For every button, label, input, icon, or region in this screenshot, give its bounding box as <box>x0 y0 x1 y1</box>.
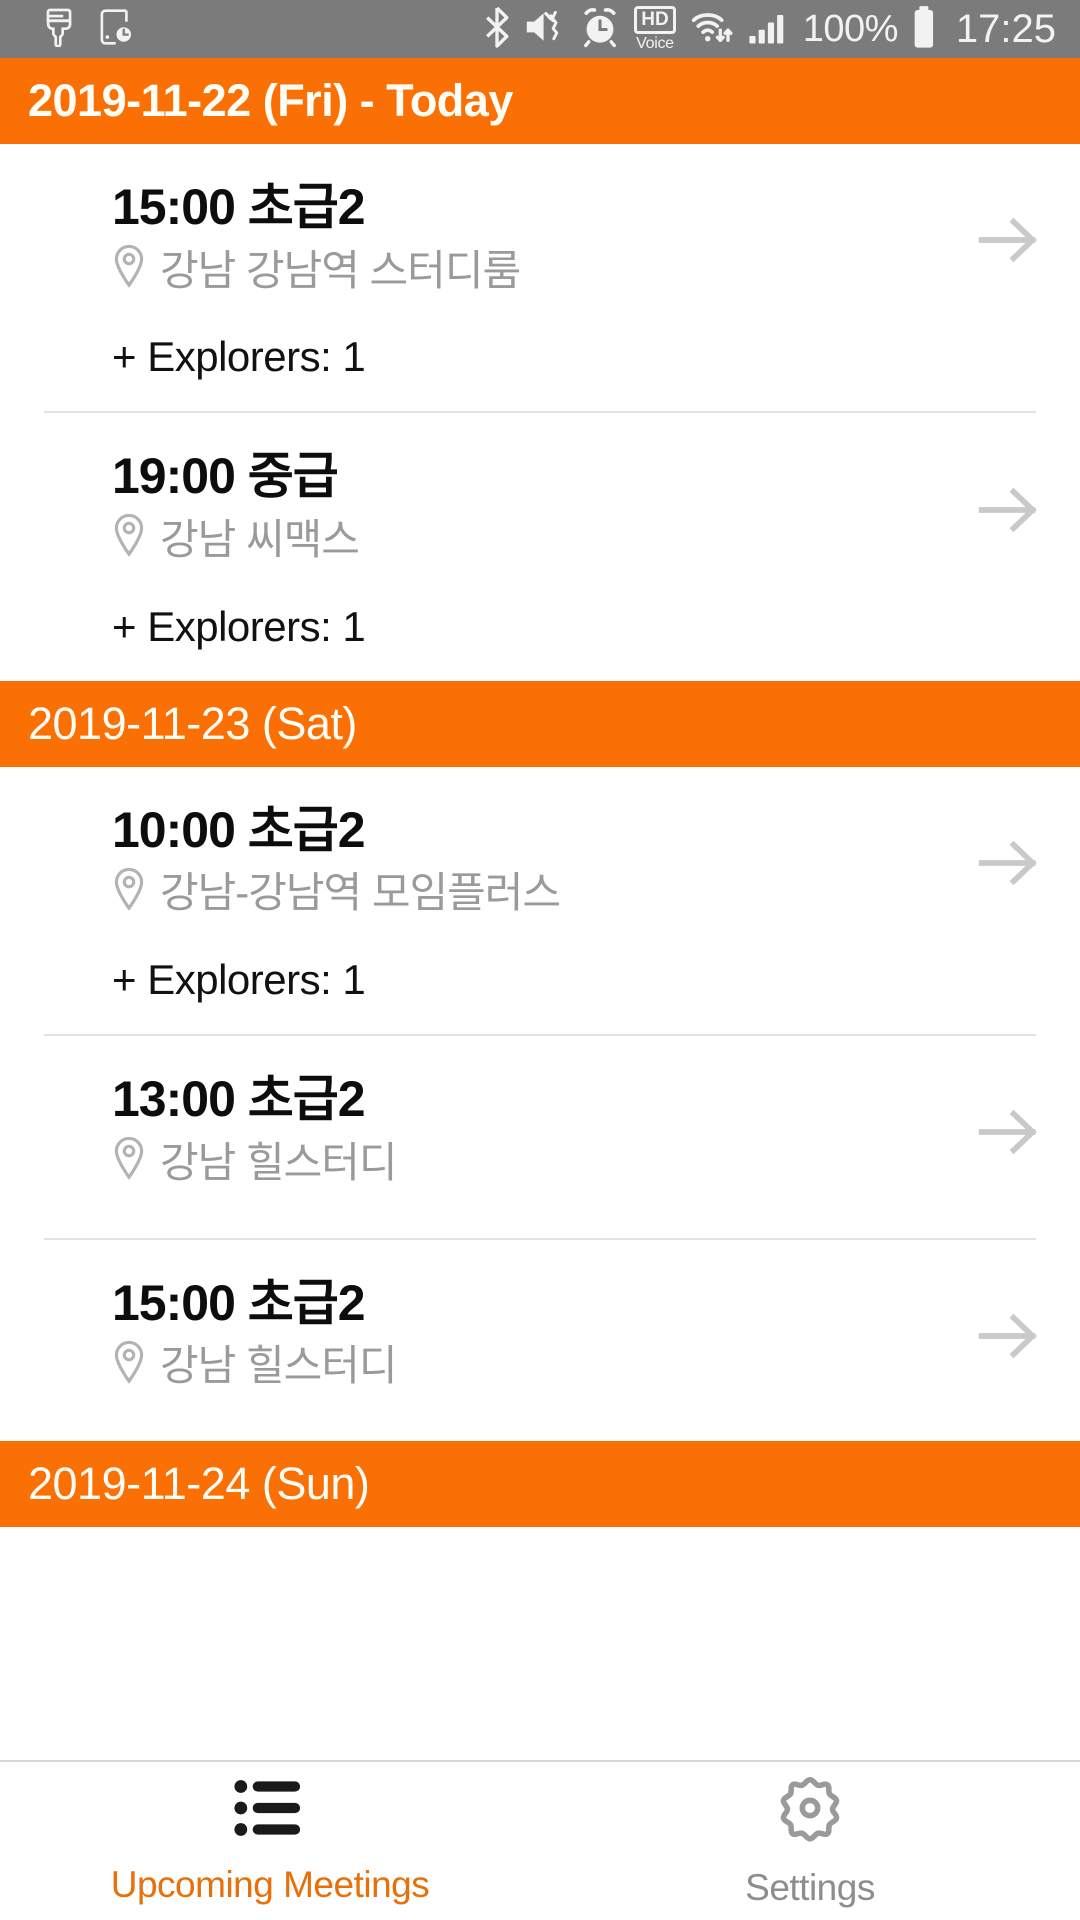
arrow-right-icon[interactable] <box>978 831 1040 892</box>
list-icon <box>233 1777 307 1844</box>
status-bar-clock: 17:25 <box>955 7 1056 51</box>
hd-voice-hd-label: HD <box>634 6 676 34</box>
nav-label-settings: Settings <box>745 1866 875 1908</box>
status-bar-right-icons: HD Voice 100% 17:25 <box>483 5 1064 54</box>
meeting-location: 강남 힐스터디 <box>112 1338 978 1395</box>
date-section-header: 2019-11-23 (Sat) <box>0 680 1080 767</box>
meeting-bottom-spacer <box>0 1192 1080 1238</box>
arrow-right-icon[interactable] <box>978 1100 1040 1161</box>
meeting-explorers[interactable]: + Explorers: 1 <box>0 569 1080 681</box>
meeting-text-block: 15:00 초급2 강남 강남역 스터디룸 <box>112 178 978 299</box>
app-screen: HD Voice 100% 17:25 2019-11-22 (Fri) - T… <box>0 0 1080 1920</box>
gear-icon <box>775 1774 845 1847</box>
meeting-location: 강남-강남역 모임플러스 <box>112 865 978 922</box>
meeting-text-block: 10:00 초급2 강남-강남역 모임플러스 <box>112 801 978 922</box>
arrow-right-icon[interactable] <box>978 1304 1040 1365</box>
location-pin-icon <box>112 244 146 299</box>
arrow-right-icon[interactable] <box>978 208 1040 269</box>
meeting-text-block: 13:00 초급2 강남 힐스터디 <box>112 1070 978 1191</box>
meeting-row-main[interactable]: 15:00 초급2 강남 힐스터디 <box>0 1240 1080 1395</box>
hd-voice-voice-label: Voice <box>636 35 674 52</box>
alarm-icon <box>579 6 621 53</box>
meeting-row-main[interactable]: 15:00 초급2 강남 강남역 스터디룸 <box>0 144 1080 299</box>
meeting-list-item[interactable]: 10:00 초급2 강남-강남역 모임플러스 + Explorers: 1 <box>0 766 1080 1035</box>
meeting-row-main[interactable]: 10:00 초급2 강남-강남역 모임플러스 <box>0 767 1080 922</box>
wifi-icon <box>689 7 735 52</box>
meeting-location: 강남 씨맥스 <box>112 511 978 568</box>
meeting-location: 강남 힐스터디 <box>112 1134 978 1191</box>
meeting-list-item[interactable]: 15:00 초급2 강남 힐스터디 <box>0 1239 1080 1441</box>
meeting-title: 13:00 초급2 <box>112 1071 366 1128</box>
meeting-location-label: 강남 힐스터디 <box>160 1342 398 1390</box>
status-bar: HD Voice 100% 17:25 <box>0 0 1080 58</box>
bottom-navigation: Upcoming Meetings Settings <box>0 1760 1080 1920</box>
meeting-location-label: 강남 강남역 스터디룸 <box>160 246 521 294</box>
date-section-header: 2019-11-24 (Sun) <box>0 1440 1080 1527</box>
location-pin-icon <box>112 513 146 568</box>
arrow-right-icon[interactable] <box>978 478 1040 539</box>
bluetooth-icon <box>483 6 511 53</box>
meeting-text-block: 19:00 중급강남 씨맥스 <box>112 447 978 568</box>
meeting-location-label: 강남-강남역 모임플러스 <box>160 869 561 917</box>
location-pin-icon <box>112 867 146 922</box>
meeting-location-label: 강남 씨맥스 <box>160 515 360 563</box>
date-section-header: 2019-11-22 (Fri) - Today <box>0 58 1080 144</box>
meeting-list[interactable]: 2019-11-22 (Fri) - Today 15:00 초급2 강남 강남역 … <box>0 58 1080 1527</box>
battery-icon <box>911 5 937 54</box>
meeting-list-item[interactable]: 19:00 중급 강남 씨맥스 + Explorers: 1 <box>0 413 1080 681</box>
meeting-explorers[interactable]: + Explorers: 1 <box>0 299 1080 411</box>
meeting-list-item[interactable]: 13:00 초급2 강남 힐스터디 <box>0 1036 1080 1238</box>
nav-label-upcoming-meetings: Upcoming Meetings <box>110 1863 430 1905</box>
meeting-explorers[interactable]: + Explorers: 1 <box>0 922 1080 1034</box>
location-pin-icon <box>112 1136 146 1191</box>
battery-percentage: 100% <box>802 8 899 50</box>
mute-vibrate-icon <box>524 7 566 52</box>
meeting-title: 15:00 초급2 <box>112 179 366 235</box>
meeting-location: 강남 강남역 스터디룸 <box>112 242 978 299</box>
meeting-bottom-spacer <box>0 1395 1080 1441</box>
meeting-row-main[interactable]: 13:00 초급2 강남 힐스터디 <box>0 1036 1080 1191</box>
status-bar-left-icons <box>16 7 134 52</box>
meeting-list-item[interactable]: 15:00 초급2 강남 강남역 스터디룸 + Explorers: 1 <box>0 144 1080 412</box>
meeting-title: 19:00 중급 <box>112 448 339 505</box>
location-pin-icon <box>112 1340 146 1395</box>
screen-time-icon <box>98 7 134 52</box>
paintbrush-icon <box>42 7 76 52</box>
meeting-title: 10:00 초급2 <box>112 801 366 858</box>
signal-icon <box>748 7 790 52</box>
hd-voice-icon: HD Voice <box>634 6 676 52</box>
meeting-title: 15:00 초급2 <box>112 1274 366 1331</box>
nav-tab-settings[interactable]: Settings <box>540 1762 1080 1920</box>
meeting-location-label: 강남 힐스터디 <box>160 1138 398 1186</box>
meeting-text-block: 15:00 초급2 강남 힐스터디 <box>112 1274 978 1395</box>
nav-tab-upcoming-meetings[interactable]: Upcoming Meetings <box>0 1762 540 1920</box>
meeting-row-main[interactable]: 19:00 중급강남 씨맥스 <box>0 413 1080 568</box>
